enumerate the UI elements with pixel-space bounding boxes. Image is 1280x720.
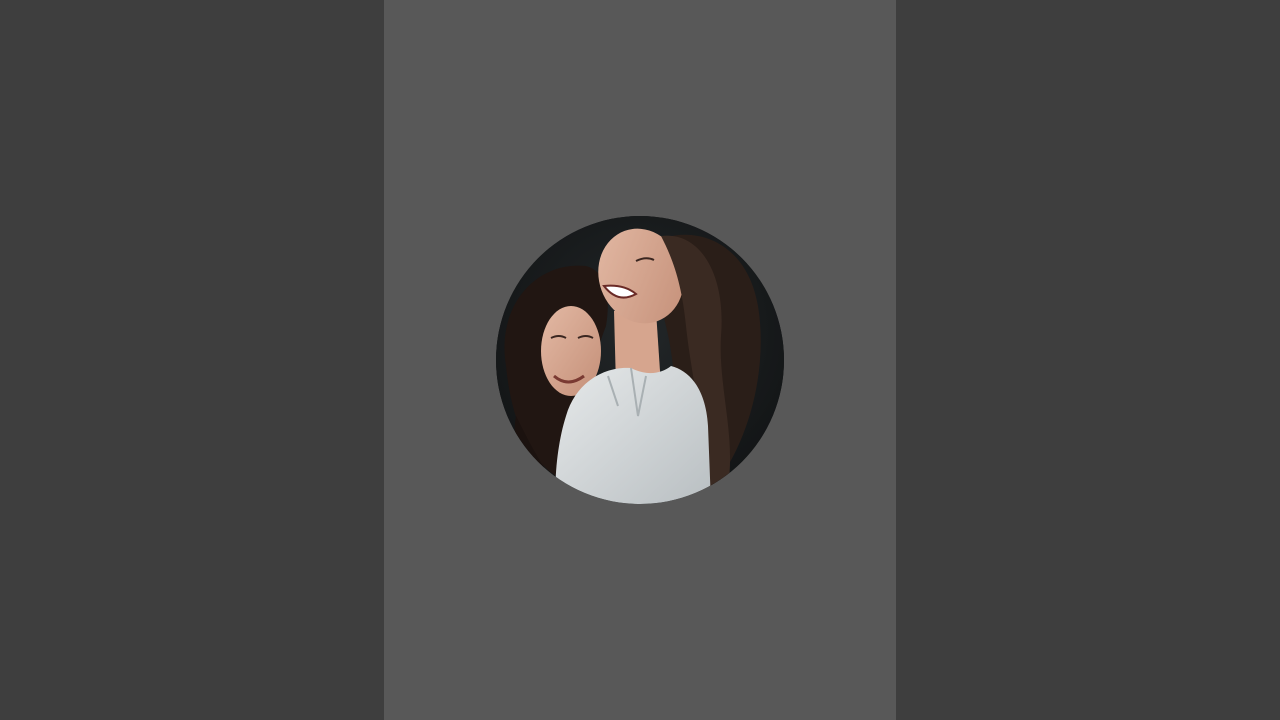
channel-avatar: [496, 216, 784, 504]
left-letterbox: [0, 0, 384, 720]
avatar-photo-illustration: [496, 216, 784, 504]
right-letterbox: [896, 0, 1280, 720]
video-stage: [0, 0, 1280, 720]
vertical-video-frame: [384, 0, 896, 720]
